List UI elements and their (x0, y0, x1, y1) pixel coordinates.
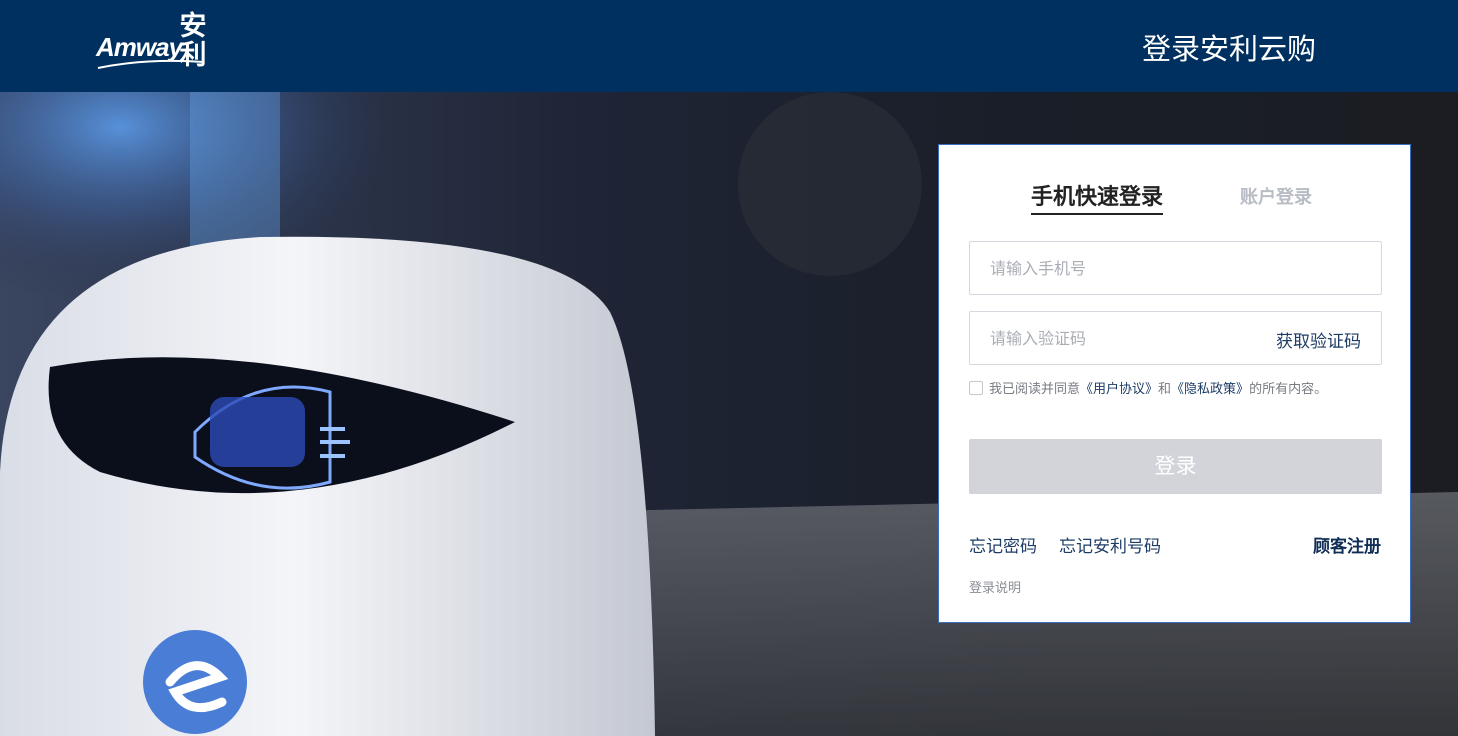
page-title: 登录安利云购 (1142, 32, 1317, 66)
tab-phone-login[interactable]: 手机快速登录 (1031, 179, 1164, 215)
agreement-row: 我已阅读并同意《用户协议》和《隐私政策》的所有内容。 (969, 378, 1327, 397)
privacy-policy-link[interactable]: 《隐私政策》 (1171, 382, 1249, 397)
tab-account-login[interactable]: 账户登录 (1240, 183, 1312, 209)
code-field[interactable]: 获取验证码 (969, 311, 1382, 365)
register-link[interactable]: 顾客注册 (1313, 532, 1381, 557)
phone-field[interactable] (969, 241, 1382, 295)
agreement-and: 和 (1158, 382, 1172, 397)
forgot-password-link[interactable]: 忘记密码 (969, 532, 1037, 557)
phone-input[interactable] (970, 242, 1270, 294)
user-agreement-link[interactable]: 《用户协议》 (1080, 382, 1158, 397)
agreement-checkbox[interactable] (969, 381, 983, 395)
login-button[interactable]: 登录 (969, 439, 1382, 494)
amway-logo[interactable]: Amway 安利 (96, 10, 216, 76)
agreement-suffix: 的所有内容。 (1249, 382, 1328, 397)
forgot-amway-number-link[interactable]: 忘记安利号码 (1059, 532, 1161, 557)
verification-code-input[interactable] (970, 312, 1270, 364)
logo-swoosh-icon (97, 59, 205, 69)
agreement-prefix: 我已阅读并同意 (989, 382, 1081, 397)
get-code-button[interactable]: 获取验证码 (1276, 327, 1361, 352)
site-header: Amway 安利 登录安利云购 (0, 0, 1458, 92)
login-panel: 手机快速登录 账户登录 获取验证码 我已阅读并同意《用户协议》和《隐私政策》的所… (938, 144, 1411, 623)
login-notes-link[interactable]: 登录说明 (969, 577, 1021, 596)
